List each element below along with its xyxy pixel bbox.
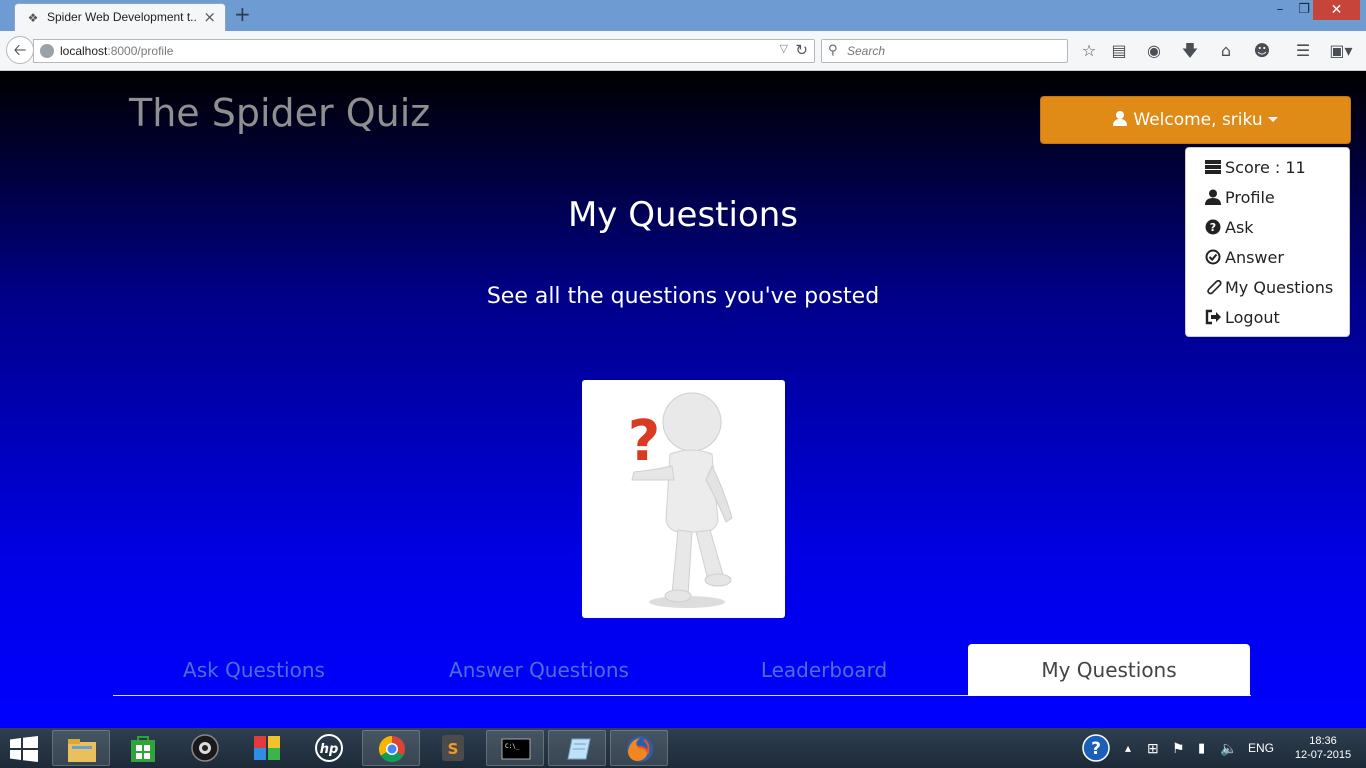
taskbar: hp S C:\_ ? ▴ ⊞ ⚑ ▮ 🔈 ENG 18:36 12-07-20… — [0, 728, 1366, 768]
photo-app-icon — [254, 736, 280, 760]
menu-item-score[interactable]: Score : 11 — [1186, 153, 1349, 183]
show-hidden-icons-icon[interactable]: ▴ — [1125, 728, 1131, 768]
spider-favicon-icon: ❖ — [27, 11, 39, 25]
sublime-icon: S — [442, 735, 464, 761]
language-indicator[interactable]: ENG — [1248, 728, 1274, 768]
welcome-dropdown-button[interactable]: Welcome, sriku — [1040, 96, 1351, 144]
welcome-label: Welcome, sriku — [1133, 110, 1263, 130]
reload-icon[interactable]: ↻ — [795, 41, 808, 59]
page: The Spider Quiz Welcome, sriku Score : 1… — [0, 71, 1366, 728]
taskbar-hp[interactable]: hp — [300, 730, 358, 766]
tab-my-questions[interactable]: My Questions — [968, 644, 1250, 696]
maximize-icon[interactable]: ❐ — [1296, 0, 1312, 20]
caret-down-icon — [1267, 117, 1278, 122]
hello-chat-icon[interactable]: ☻ — [1251, 40, 1273, 62]
bookmark-star-icon[interactable]: ☆ — [1078, 40, 1100, 62]
person-with-question-mark-illustration: ? — [628, 392, 733, 608]
tab-answer-questions[interactable]: Answer Questions — [398, 644, 680, 696]
search-placeholder: Search — [847, 44, 886, 58]
browser-tabbar: ❖ Spider Web Development t... × + – ❐ ✕ — [0, 0, 1366, 31]
firefox-icon — [627, 736, 653, 762]
reading-list-icon[interactable]: ▤ — [1108, 40, 1130, 62]
url-bar[interactable]: localhost:8000/profile ▽ ↻ — [33, 39, 815, 63]
back-arrow-icon: 🡠 — [13, 40, 27, 59]
close-tab-icon[interactable]: × — [203, 8, 216, 26]
windows-tray-icon[interactable]: ⊞ — [1147, 728, 1159, 768]
tasks-icon — [1205, 160, 1221, 174]
camera-icon — [191, 734, 219, 762]
clock-time: 18:36 — [1309, 735, 1337, 747]
volume-icon[interactable]: 🔈 — [1220, 728, 1237, 768]
page-subtitle: See all the questions you've posted — [486, 284, 880, 309]
user-icon — [1113, 111, 1128, 126]
search-input[interactable]: ⚲ Search — [821, 39, 1068, 63]
taskbar-firefox[interactable] — [610, 730, 668, 766]
check-circle-icon — [1205, 249, 1221, 265]
taskbar-notepad[interactable] — [548, 730, 606, 766]
url-dropdown-icon[interactable]: ▽ — [780, 42, 788, 55]
page-title: My Questions — [567, 195, 799, 235]
logout-icon — [1205, 309, 1221, 325]
minimize-icon[interactable]: – — [1272, 0, 1288, 20]
section-tabs: Ask Questions Answer Questions Leaderboa… — [113, 644, 1251, 696]
addon-icon[interactable]: ▣▾ — [1326, 40, 1356, 62]
browser-tab[interactable]: ❖ Spider Web Development t... × — [14, 3, 226, 31]
browser-navbar: localhost:8000/profile ▽ ↻ 🡠 ⚲ Search ☆ … — [0, 31, 1366, 71]
svg-text:C:\_: C:\_ — [505, 743, 520, 750]
clock-date: 12-07-2015 — [1294, 749, 1352, 761]
tab-leaderboard[interactable]: Leaderboard — [683, 644, 965, 696]
taskbar-camera[interactable] — [176, 730, 234, 766]
notepad-icon — [567, 738, 591, 760]
menu-icon[interactable]: ☰ — [1292, 40, 1314, 62]
store-icon — [131, 736, 155, 762]
site-brand[interactable]: The Spider Quiz — [129, 91, 430, 135]
chrome-icon — [378, 735, 405, 763]
tab-ask-questions[interactable]: Ask Questions — [113, 644, 395, 696]
svg-text:hp: hp — [320, 742, 339, 757]
tab-title: Spider Web Development t... — [47, 10, 197, 24]
download-icon[interactable]: 🡇 — [1179, 40, 1201, 62]
new-tab-icon[interactable]: + — [234, 4, 251, 24]
svg-text:S: S — [448, 740, 459, 758]
back-button[interactable]: 🡠 — [6, 36, 34, 64]
file-explorer-icon — [68, 739, 96, 762]
windows-start-icon[interactable] — [10, 736, 38, 762]
hp-icon: hp — [315, 734, 343, 762]
home-icon[interactable]: ⌂ — [1215, 40, 1237, 62]
search-icon: ⚲ — [828, 43, 838, 58]
taskbar-store[interactable] — [114, 730, 172, 766]
menu-item-answer[interactable]: Answer — [1186, 243, 1349, 273]
help-tray-icon[interactable]: ? — [1080, 733, 1112, 763]
svg-text:?: ? — [628, 409, 660, 474]
taskbar-photo-app[interactable] — [238, 730, 296, 766]
taskbar-cmd[interactable]: C:\_ — [486, 730, 544, 766]
question-figure-image: ? — [582, 380, 785, 618]
taskbar-file-explorer[interactable] — [52, 730, 110, 766]
window-close-icon[interactable]: ✕ — [1313, 0, 1360, 20]
globe-icon — [40, 44, 54, 58]
system-clock[interactable]: 18:36 12-07-2015 — [1288, 734, 1358, 762]
taskbar-sublime[interactable]: S — [424, 730, 482, 766]
taskbar-chrome[interactable] — [362, 730, 420, 766]
url-text: localhost:8000/profile — [60, 44, 174, 58]
action-center-flag-icon[interactable]: ⚑ — [1172, 728, 1185, 768]
pocket-icon[interactable]: ◉ — [1143, 40, 1165, 62]
battery-icon[interactable]: ▮ — [1198, 728, 1205, 768]
cmd-icon: C:\_ — [501, 738, 531, 760]
svg-text:?: ? — [1091, 739, 1101, 759]
